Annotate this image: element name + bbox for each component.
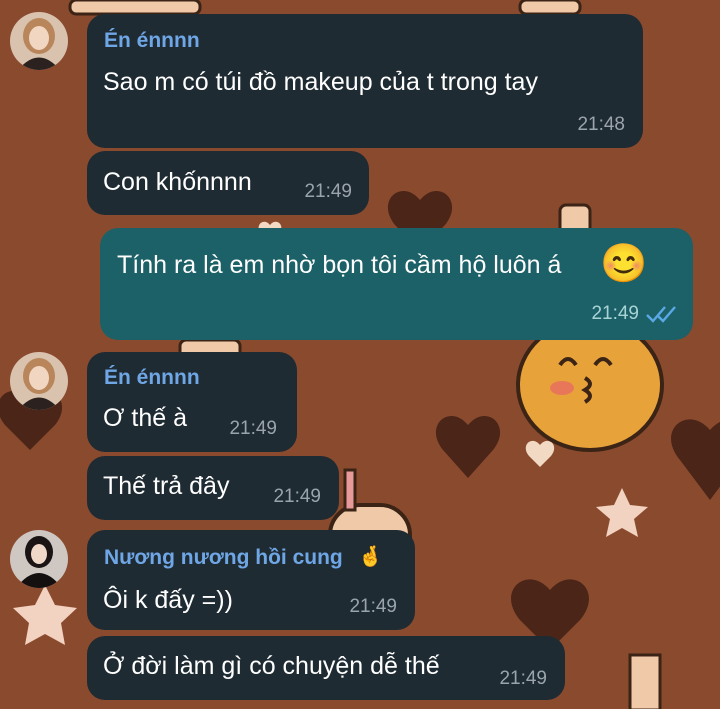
message-time: 21:49 (499, 668, 547, 689)
double-check-icon (646, 306, 676, 323)
message-time: 21:48 (577, 114, 625, 135)
message-time: 21:49 (273, 486, 321, 507)
message-bubble[interactable]: Én énnnn Ơ thế à 21:49 (87, 352, 297, 452)
message-bubble[interactable]: Thế trả đây 21:49 (87, 456, 339, 520)
message-text: Sao m có túi đồ makeup của t trong tay (103, 68, 538, 96)
message-bubble[interactable]: Ở đời làm gì có chuyện dễ thế 21:49 (87, 636, 565, 700)
avatar-photo-icon (10, 352, 68, 410)
avatar-photo-icon (10, 530, 68, 588)
message-text: Ơ thế à (103, 404, 187, 432)
outgoing-message-bubble[interactable]: Tính ra là em nhờ bọn tôi cầm hộ luôn á … (100, 228, 693, 340)
message-bubble[interactable]: Con khốnnnn 21:49 (87, 151, 369, 215)
avatar[interactable] (10, 530, 68, 588)
message-bubble[interactable]: Nương nương hồi cung 🤞 Ôi k đấy =)) 21:4… (87, 530, 415, 630)
message-bubble[interactable]: Én énnnn Sao m có túi đồ makeup của t tr… (87, 14, 643, 148)
message-text: Tính ra là em nhờ bọn tôi cầm hộ luôn á (117, 251, 562, 279)
message-text: Con khốnnnn (103, 168, 252, 196)
avatar[interactable] (10, 352, 68, 410)
message-text: Ôi k đấy =)) (103, 586, 233, 614)
message-time: 21:49 (591, 303, 639, 324)
message-time: 21:49 (229, 418, 277, 439)
crossed-fingers-emoji-icon: 🤞 (358, 546, 383, 568)
avatar-photo-icon (10, 12, 68, 70)
sender-name[interactable]: Nương nương hồi cung (104, 546, 343, 570)
message-time: 21:49 (349, 596, 397, 617)
sender-name[interactable]: Én énnnn (104, 366, 200, 390)
smile-emoji-icon: 😊 (600, 243, 648, 285)
avatar[interactable] (10, 12, 68, 70)
message-text: Thế trả đây (103, 472, 230, 500)
message-text: Ở đời làm gì có chuyện dễ thế (103, 652, 440, 680)
sender-name[interactable]: Én énnnn (104, 29, 200, 53)
message-time: 21:49 (304, 181, 352, 202)
